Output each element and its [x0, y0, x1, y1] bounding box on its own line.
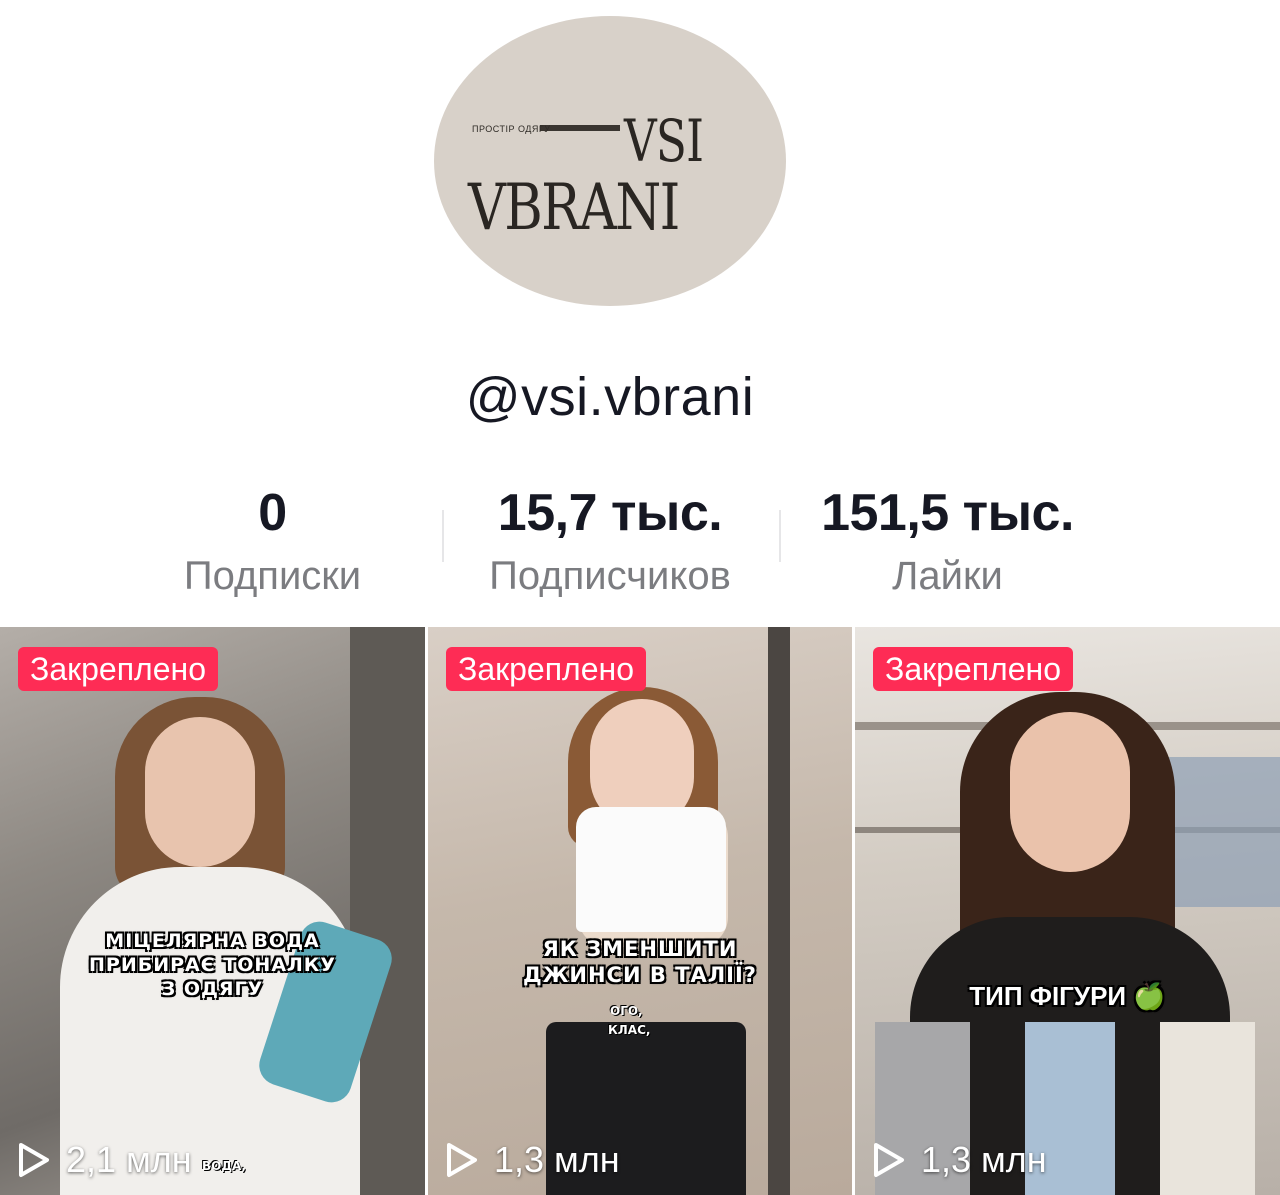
video-subtitle: КЛАС, [608, 1023, 651, 1037]
view-count: 1,3 млн [871, 1139, 1047, 1181]
video-caption: ЯК ЗМЕНШИТИ ДЖИНСИ В ТАЛІЇ? [522, 937, 757, 987]
video-caption: ТИП ФІГУРИ 🍏 [969, 981, 1166, 1011]
pinned-badge: Закреплено [18, 647, 218, 691]
stat-followers[interactable]: 15,7 тыс. Подписчиков [445, 482, 775, 602]
profile-username: @vsi.vbrani [465, 367, 755, 427]
stat-following[interactable]: 0 Подписки [150, 482, 395, 602]
pinned-badge: Закреплено [446, 647, 646, 691]
likes-count: 151,5 тыс. [821, 484, 1074, 542]
play-icon [874, 1143, 904, 1177]
profile-avatar[interactable]: ПРОСТІР ОДЯГУ VSI VBRANI [434, 16, 786, 306]
video-grid: Закреплено МІЦЕЛЯРНА ВОДА ПРИБИРАЄ ТОНАЛ… [0, 627, 1280, 1195]
person-face [1010, 712, 1130, 872]
likes-label: Лайки [892, 554, 1003, 598]
followers-label: Подписчиков [489, 554, 731, 598]
logo-line-1: VSI [624, 107, 704, 175]
person-top [576, 807, 726, 932]
view-count: 1,3 млн [444, 1139, 620, 1181]
view-count: 2,1 млн [16, 1139, 192, 1181]
video-subtitle: ОГО, [610, 1004, 643, 1018]
stat-divider [779, 510, 781, 562]
following-label: Подписки [183, 554, 362, 598]
stat-divider [442, 510, 444, 562]
video-thumbnail[interactable]: Закреплено ЯК ЗМЕНШИТИ ДЖИНСИ В ТАЛІЇ? О… [428, 627, 852, 1195]
play-icon [19, 1143, 49, 1177]
logo-tagline: ПРОСТІР ОДЯГУ [472, 124, 551, 134]
jeans-sample [1160, 1022, 1255, 1195]
following-count: 0 [258, 484, 287, 542]
video-subtitle: ВОДА, [202, 1159, 246, 1173]
video-thumbnail[interactable]: Закреплено ТИП ФІГУРИ 🍏 1,3 млн [855, 627, 1280, 1195]
followers-count: 15,7 тыс. [497, 484, 723, 542]
video-caption: МІЦЕЛЯРНА ВОДА ПРИБИРАЄ ТОНАЛКУ З ОДЯГУ [89, 930, 336, 1000]
play-icon [447, 1143, 477, 1177]
pinned-badge: Закреплено [873, 647, 1073, 691]
stat-likes[interactable]: 151,5 тыс. Лайки [785, 482, 1110, 602]
person-face [145, 717, 255, 867]
video-thumbnail[interactable]: Закреплено МІЦЕЛЯРНА ВОДА ПРИБИРАЄ ТОНАЛ… [0, 627, 425, 1195]
logo-line-2: VBRANI [468, 171, 680, 245]
